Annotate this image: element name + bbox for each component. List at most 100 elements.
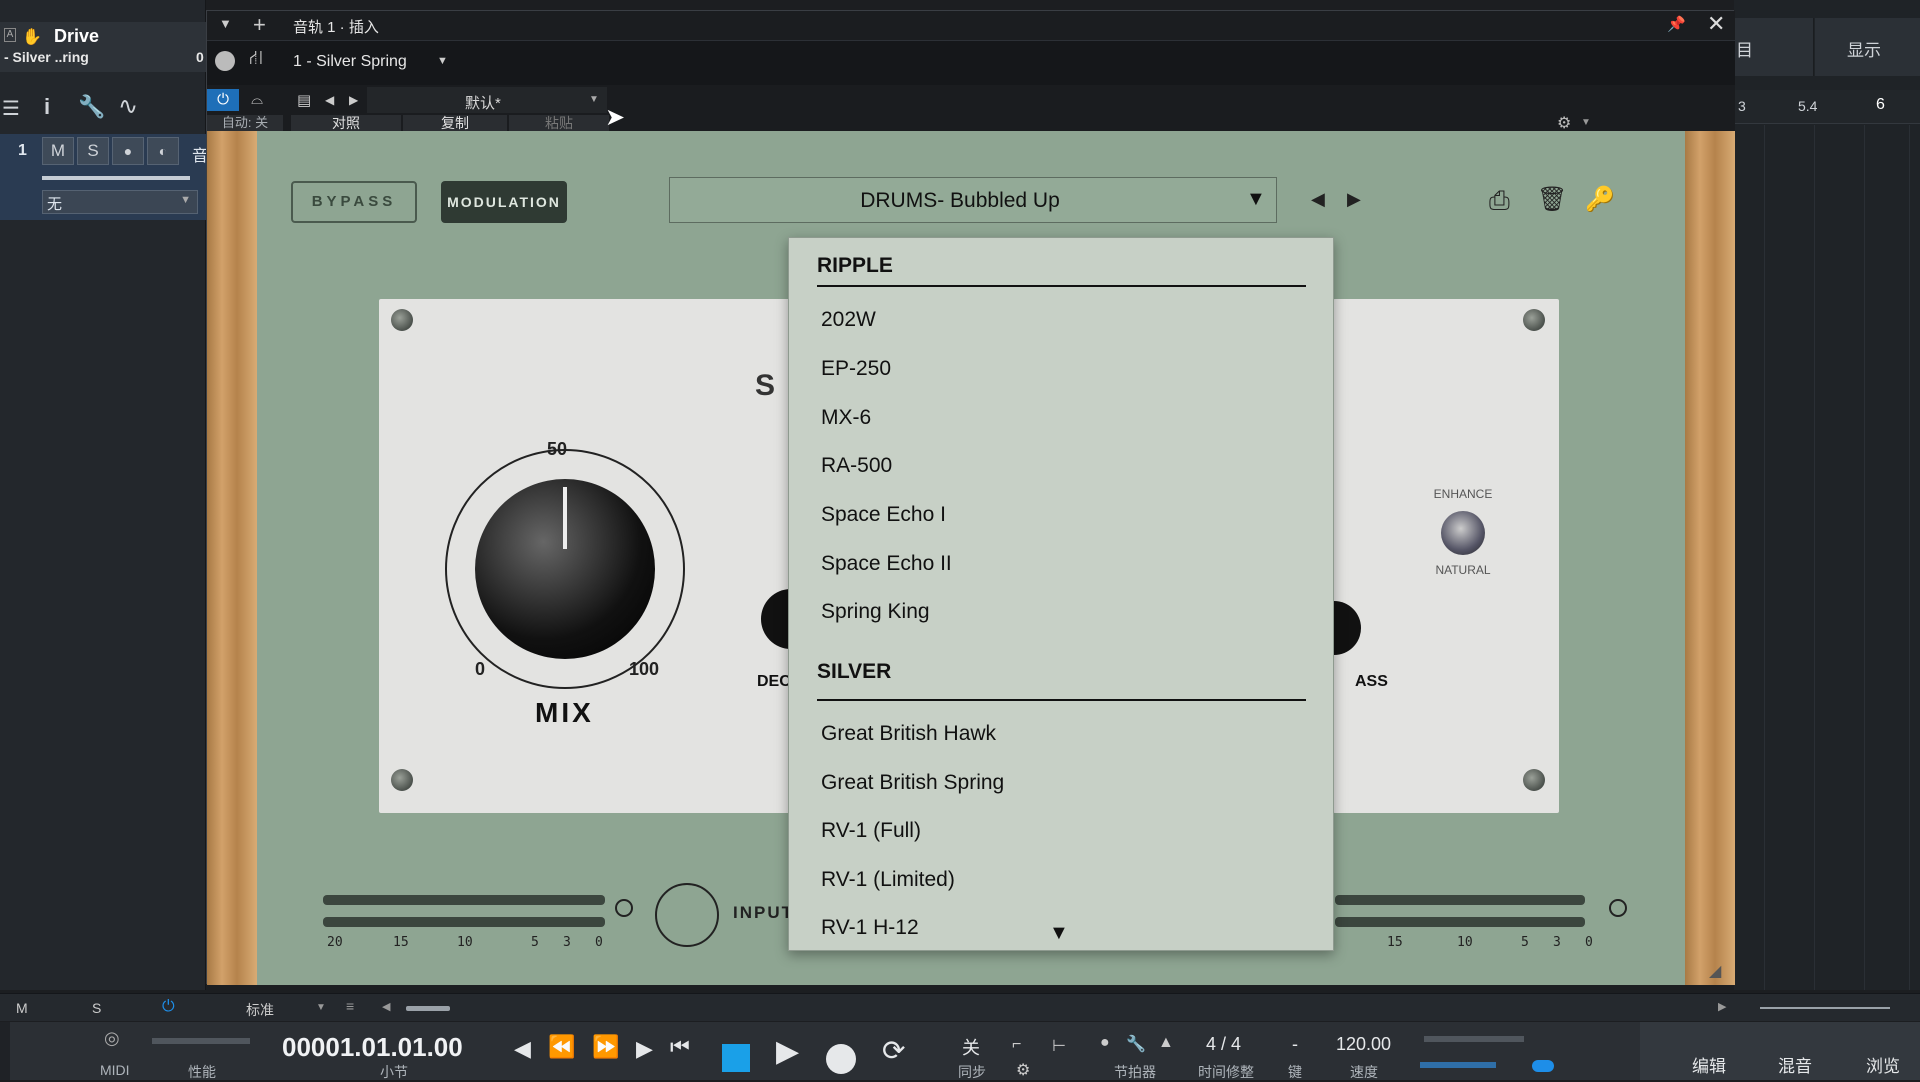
auto-button[interactable]: 自动: 关 [207, 115, 283, 131]
track-row[interactable]: 1 M S ● ◐ 音 无 ▼ [0, 134, 208, 220]
automation-icon[interactable]: ∿ [118, 92, 138, 121]
menu-item[interactable]: RV-1 (Full) [821, 819, 921, 843]
bypass-button[interactable]: BYPASS [291, 181, 417, 223]
routing-icon[interactable]: ⛙ [249, 47, 263, 72]
timeline-ruler[interactable]: 3 5.4 6 [1734, 90, 1920, 124]
mute-all-button[interactable]: M [16, 1000, 28, 1016]
precount-icon[interactable]: ⌐ [1012, 1036, 1021, 1054]
menu-down-icon[interactable]: ▼ [219, 16, 232, 31]
solo-all-button[interactable]: S [92, 1000, 101, 1016]
chevron-down-icon[interactable]: ▼ [316, 1002, 326, 1013]
menu-item[interactable]: Great British Spring [821, 771, 1004, 795]
menu-item[interactable]: EP-250 [821, 357, 891, 381]
monitor-icon[interactable]: ◐ [147, 137, 179, 165]
next-preset-icon[interactable]: ▶ [349, 93, 358, 107]
preset-file-icon[interactable]: ▤ [297, 91, 311, 109]
modulation-button[interactable]: MODULATION [441, 181, 567, 223]
add-icon[interactable]: + [253, 12, 266, 38]
menu-item[interactable]: Space Echo I [821, 503, 946, 527]
wrench-icon[interactable]: 🔧 [78, 94, 105, 120]
time-unit-select[interactable]: 小节 [380, 1062, 408, 1082]
power-icon[interactable]: ⏻ [162, 998, 175, 1016]
horizontal-scrollbar[interactable] [406, 1006, 450, 1011]
stop-button[interactable] [722, 1044, 750, 1072]
enhance-toggle[interactable] [1441, 511, 1485, 555]
key-value[interactable]: - [1292, 1034, 1298, 1055]
resize-grip-icon[interactable]: ◢ [1709, 961, 1721, 981]
input-knob[interactable] [655, 883, 719, 947]
play-icon[interactable]: ▶ [776, 1034, 799, 1069]
copy-button[interactable]: 复制 [403, 115, 507, 131]
channel-header[interactable]: A ✋ Drive - Silver ..ring 0 [0, 22, 206, 72]
metronome-record-icon[interactable]: ● [1100, 1034, 1110, 1052]
mode-select[interactable]: 标准 [246, 1000, 274, 1020]
tab-display[interactable]: 显示 [1815, 18, 1920, 76]
close-icon[interactable]: ✕ [1707, 11, 1725, 37]
mix-knob[interactable] [475, 479, 655, 659]
track-input-dropdown[interactable]: 无 ▼ [42, 190, 198, 214]
next-preset-icon[interactable]: ▶ [1347, 189, 1361, 210]
list-icon[interactable]: ≡ [346, 998, 354, 1014]
menu-item[interactable]: RA-500 [821, 454, 892, 478]
scroll-left-icon[interactable]: ◀ [382, 1000, 390, 1013]
tab-project[interactable]: 目 [1734, 18, 1814, 76]
menu-item[interactable]: Great British Hawk [821, 722, 996, 746]
channel-subtitle: - Silver ..ring [4, 49, 89, 65]
list-icon[interactable]: ☰ [2, 96, 20, 121]
power-button[interactable]: ⏻ [207, 89, 239, 111]
tab-mix[interactable]: 混音 [1778, 1052, 1812, 1077]
plugin-power-knob-icon[interactable] [215, 51, 235, 71]
pin-icon[interactable]: 📌 [1667, 15, 1686, 33]
preset-name-dropdown[interactable]: 默认* ▼ [367, 87, 607, 113]
menu-item[interactable]: RV-1 (Limited) [821, 868, 955, 892]
preset-display-dropdown[interactable]: DRUMS- Bubbled Up ▼ [669, 177, 1277, 223]
output-toggle[interactable] [1532, 1060, 1554, 1072]
rewind-start-icon[interactable]: ◀ [514, 1036, 531, 1062]
time-display[interactable]: 00001.01.01.00 [282, 1032, 463, 1063]
tempo-value[interactable]: 120.00 [1336, 1034, 1391, 1055]
bass-knob[interactable] [1333, 601, 1361, 655]
metronome-icon[interactable]: ▲ [1158, 1034, 1174, 1052]
save-icon[interactable]: ⎙ [1489, 185, 1510, 217]
fast-forward-icon[interactable]: ⏩ [592, 1034, 619, 1060]
return-to-zero-icon[interactable]: ⏮ [670, 1034, 690, 1060]
plugin-select[interactable]: 1 - Silver Spring ▼ [293, 47, 463, 77]
menu-item[interactable]: Spring King [821, 600, 930, 624]
tab-edit[interactable]: 编辑 [1692, 1052, 1726, 1077]
tab-browse[interactable]: 浏览 [1866, 1052, 1900, 1077]
loop-icon[interactable]: ⟳ [882, 1034, 905, 1067]
settings-icon[interactable]: ⚙ [1016, 1060, 1030, 1080]
menu-item[interactable]: Space Echo II [821, 552, 952, 576]
menu-item[interactable]: MX-6 [821, 406, 871, 430]
mute-button[interactable]: M [42, 137, 74, 165]
record-button[interactable] [826, 1044, 856, 1074]
rewind-icon[interactable]: ⏪ [548, 1034, 575, 1060]
scroll-right-icon[interactable]: ▶ [1718, 1000, 1726, 1013]
record-arm-icon[interactable]: ● [112, 137, 144, 165]
scroll-down-icon[interactable]: ▼ [1049, 922, 1069, 945]
solo-button[interactable]: S [77, 137, 109, 165]
key-icon[interactable]: 🔑 [1585, 185, 1615, 214]
prev-preset-icon[interactable]: ◀ [1311, 189, 1325, 210]
chevron-down-icon[interactable]: ▼ [1581, 117, 1591, 128]
plugin-titlebar[interactable]: ▼ + 音轨 1 · 插入 📌 ✕ [207, 11, 1735, 41]
mix-scale-0: 0 [475, 659, 486, 679]
prev-preset-icon[interactable]: ◀ [325, 93, 334, 107]
track-volume-bar[interactable] [42, 176, 190, 180]
menu-item[interactable]: 202W [821, 308, 876, 332]
trash-icon[interactable]: 🗑 [1537, 185, 1567, 214]
mix-knob-pointer [563, 487, 567, 549]
menu-item[interactable]: RV-1 H-12 [821, 916, 919, 940]
metronome-wrench-icon[interactable]: 🔧 [1126, 1034, 1146, 1054]
punch-icon[interactable]: ⊢ [1052, 1036, 1066, 1056]
info-icon[interactable]: i [44, 94, 50, 120]
sync-value[interactable]: 关 [962, 1034, 980, 1060]
paste-button[interactable]: 粘贴 [509, 115, 609, 131]
gear-icon[interactable]: ⚙ [1557, 113, 1571, 133]
zoom-slider[interactable] [1760, 1007, 1890, 1009]
chevron-down-icon: ▼ [180, 194, 191, 206]
sidechain-icon[interactable]: ⌓ [241, 89, 273, 111]
step-forward-icon[interactable]: ▶ [636, 1036, 653, 1062]
compare-button[interactable]: 对照 [291, 115, 401, 131]
time-signature[interactable]: 4 / 4 [1206, 1034, 1241, 1055]
